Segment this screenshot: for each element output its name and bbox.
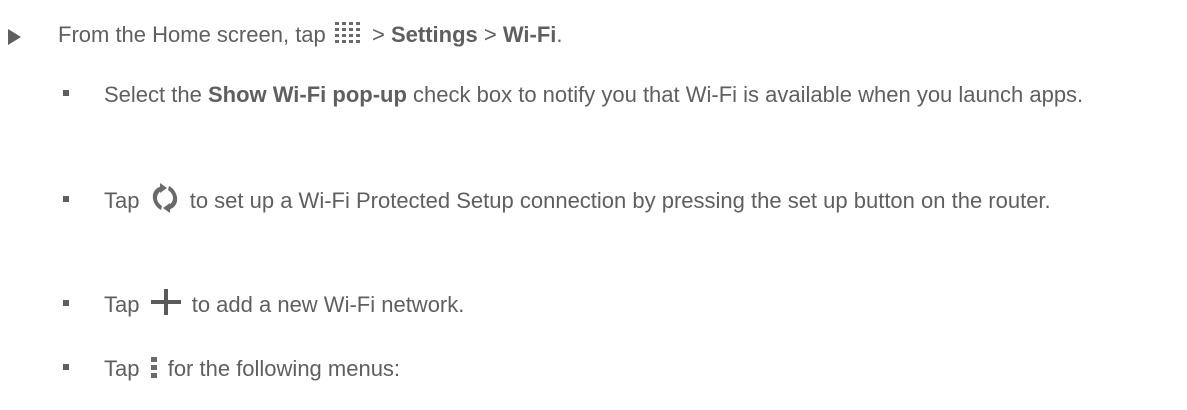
bullet-text: Select the Show Wi-Fi pop-up check box t… xyxy=(104,80,1174,110)
apps-grid-icon xyxy=(334,21,364,45)
bullet-text: Tap for the following menus: xyxy=(104,354,1174,384)
wps-icon xyxy=(149,183,181,214)
bullet-text-pre: Tap xyxy=(104,292,146,317)
bullet-square-icon xyxy=(63,196,69,202)
bullet-text-pre: Tap xyxy=(104,188,146,213)
step-separator-1: > xyxy=(365,22,391,47)
bullet-text-post: for the following menus: xyxy=(161,356,401,381)
settings-label: Settings xyxy=(390,22,478,47)
step-end: . xyxy=(556,22,563,47)
add-icon xyxy=(149,287,183,317)
bullet-text-pre: Select the xyxy=(104,82,208,107)
bullet-text: Tap to add a new Wi-Fi network. xyxy=(104,287,1174,321)
bullet-square-icon xyxy=(63,364,69,370)
menu-icon xyxy=(149,355,159,379)
bullet-text-post: check box to notify you that Wi-Fi is av… xyxy=(406,82,1084,107)
bullet-text-post: to set up a Wi-Fi Protected Setup connec… xyxy=(183,188,1051,213)
step-text: From the Home screen, tap > Settings > W… xyxy=(58,20,563,50)
bullet-text-pre: Tap xyxy=(104,356,146,381)
step-separator-2: > xyxy=(477,22,503,47)
step-prefix: From the Home screen, tap xyxy=(58,22,326,47)
step-arrow-icon xyxy=(8,29,21,45)
wifi-label: Wi-Fi xyxy=(502,22,557,47)
show-popup-label: Show Wi-Fi pop-up xyxy=(207,82,407,107)
bullet-text-post: to add a new Wi-Fi network. xyxy=(185,292,465,317)
bullet-text: Tap to set up a Wi-Fi Protected Setup co… xyxy=(104,183,1174,217)
bullet-square-icon xyxy=(63,300,69,306)
bullet-square-icon xyxy=(63,90,69,96)
